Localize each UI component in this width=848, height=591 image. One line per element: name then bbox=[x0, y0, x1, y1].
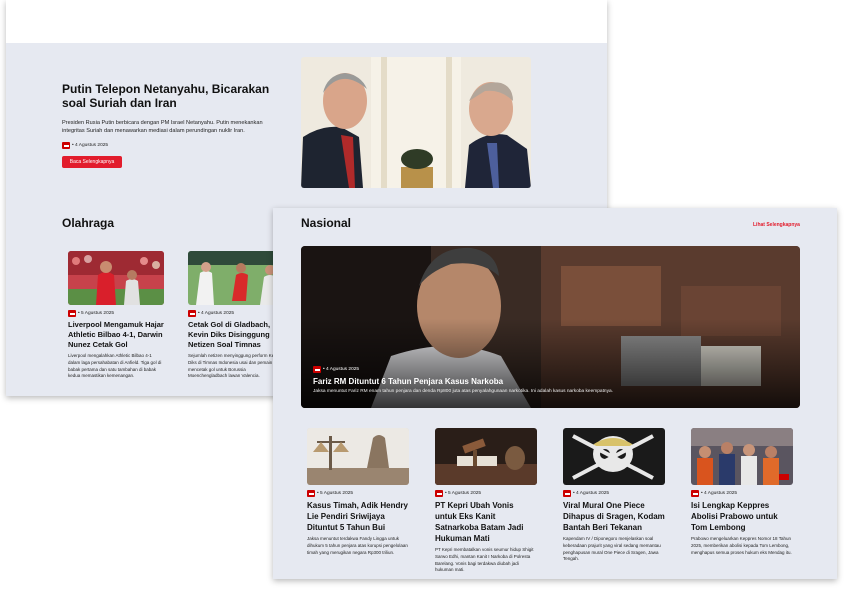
news-card-desc: Jaksa menuntut terdakwa Fandy Lingga unt… bbox=[307, 536, 408, 555]
see-all-link[interactable]: Lihat Selengkapnya bbox=[753, 222, 800, 228]
featured-article[interactable]: • 4 Agustus 2025 Fariz RM Dituntut 6 Tah… bbox=[301, 246, 800, 408]
section-title-olahraga: Olahraga bbox=[62, 216, 115, 230]
news-card-meta: • 4 Agustus 2025 bbox=[563, 490, 665, 497]
headline-title[interactable]: Putin Telepon Netanyahu, Bicarakan soal … bbox=[62, 82, 280, 110]
sport-card-title[interactable]: Cetak Gol di Gladbach, Kevin Diks Dising… bbox=[188, 320, 284, 350]
sport-card-desc: Sejumlah netizen menyinggung perform Kev… bbox=[188, 353, 281, 379]
news-card-title[interactable]: PT Kepri Ubah Vonis untuk Eks Kanit Satn… bbox=[435, 500, 537, 544]
sport-card-date: • 5 Agustus 2025 bbox=[78, 311, 115, 316]
news-card-title[interactable]: Viral Mural One Piece Dihapus di Sragen,… bbox=[563, 500, 665, 533]
headline-date: • 4 Agustus 2025 bbox=[72, 143, 109, 148]
cnn-logo-icon bbox=[435, 490, 443, 497]
cnn-logo-icon bbox=[691, 490, 699, 497]
cnn-logo-icon bbox=[313, 366, 321, 373]
news-card-image[interactable] bbox=[307, 428, 409, 485]
sport-card-title[interactable]: Liverpool Mengamuk Hajar Athletic Bilbao… bbox=[68, 320, 164, 350]
news-card-meta: • 5 Agustus 2025 bbox=[307, 490, 409, 497]
news-card[interactable]: • 4 Agustus 2025 Isi Lengkap Keppres Abo… bbox=[691, 428, 793, 556]
news-card-desc: PT Kepri membatalkan vonis seumur hidup … bbox=[435, 547, 534, 573]
news-card-date: • 5 Agustus 2025 bbox=[317, 491, 354, 496]
read-more-button[interactable]: Baca Selengkapnya bbox=[62, 156, 122, 168]
sport-card-image[interactable] bbox=[68, 251, 164, 305]
news-card-desc: Prabowo mengeluarkan Keppres Nomor 18 Ta… bbox=[691, 536, 792, 555]
news-card-date: • 4 Agustus 2025 bbox=[573, 491, 610, 496]
news-card-meta: • 4 Agustus 2025 bbox=[691, 490, 793, 497]
news-card[interactable]: • 4 Agustus 2025 Viral Mural One Piece D… bbox=[563, 428, 665, 563]
sport-card-meta: • 4 Agustus 2025 bbox=[188, 310, 284, 317]
featured-meta: • 4 Agustus 2025 bbox=[313, 366, 359, 373]
sport-card-meta: • 5 Agustus 2025 bbox=[68, 310, 164, 317]
front-news-panel: Nasional Lihat Selengkapnya • 4 Agustus … bbox=[273, 208, 837, 579]
news-card-date: • 4 Agustus 2025 bbox=[701, 491, 738, 496]
cnn-logo-icon bbox=[188, 310, 196, 317]
sport-card-image[interactable] bbox=[188, 251, 284, 305]
news-card[interactable]: • 5 Agustus 2025 Kasus Timah, Adik Hendr… bbox=[307, 428, 409, 556]
featured-title[interactable]: Fariz RM Dituntut 6 Tahun Penjara Kasus … bbox=[313, 377, 503, 386]
top-strip bbox=[6, 0, 607, 43]
news-card-date: • 5 Agustus 2025 bbox=[445, 491, 482, 496]
sport-card-desc: Liverpool mengalahkan Athletic Bilbao 4-… bbox=[68, 353, 162, 379]
news-card-title[interactable]: Kasus Timah, Adik Hendry Lie Pendiri Sri… bbox=[307, 500, 409, 533]
news-card-title[interactable]: Isi Lengkap Keppres Abolisi Prabowo untu… bbox=[691, 500, 793, 533]
headline-meta: • 4 Agustus 2025 bbox=[62, 142, 108, 149]
cnn-logo-icon bbox=[62, 142, 70, 149]
sport-card[interactable]: • 5 Agustus 2025 Liverpool Mengamuk Haja… bbox=[68, 251, 164, 380]
section-title-nasional: Nasional bbox=[301, 216, 352, 230]
headline-description: Presiden Rusia Putin berbicara dengan PM… bbox=[62, 120, 263, 134]
sport-card-date: • 4 Agustus 2025 bbox=[198, 311, 235, 316]
news-card[interactable]: • 5 Agustus 2025 PT Kepri Ubah Vonis unt… bbox=[435, 428, 537, 574]
news-card-image[interactable] bbox=[691, 428, 793, 485]
news-card-desc: Kapendam IV / Diponegoro menjelaskan soa… bbox=[563, 536, 661, 562]
news-card-image[interactable] bbox=[563, 428, 665, 485]
featured-desc: Jaksa menuntut Fariz RM enam tahun penja… bbox=[313, 389, 613, 394]
cnn-logo-icon bbox=[307, 490, 315, 497]
news-card-meta: • 5 Agustus 2025 bbox=[435, 490, 537, 497]
news-card-image[interactable] bbox=[435, 428, 537, 485]
sport-card[interactable]: • 4 Agustus 2025 Cetak Gol di Gladbach, … bbox=[188, 251, 284, 380]
cnn-logo-icon bbox=[563, 490, 571, 497]
featured-date: • 4 Agustus 2025 bbox=[323, 367, 360, 372]
cnn-logo-icon bbox=[68, 310, 76, 317]
headline-image[interactable] bbox=[301, 57, 531, 188]
